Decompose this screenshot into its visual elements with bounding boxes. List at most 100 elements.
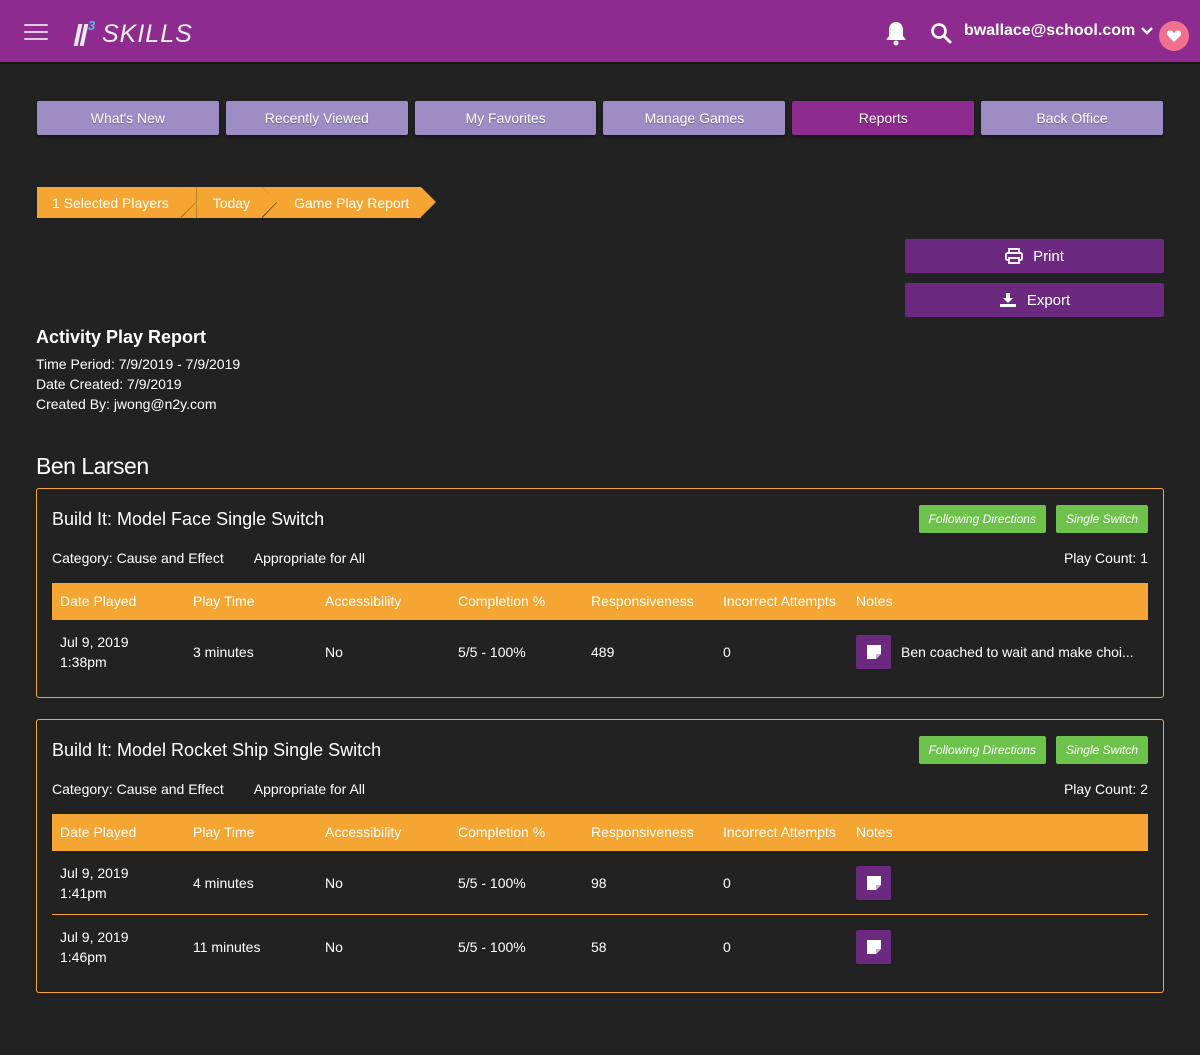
game-title: Build It: Model Rocket Ship Single Switc… — [52, 740, 382, 760]
print-label: Print — [1033, 247, 1064, 265]
completion-cell: 5/5 - 100% — [458, 874, 526, 891]
accessibility-cell: No — [325, 644, 343, 660]
date-played-date: Jul 9, 2019 — [60, 634, 129, 650]
tab-reports[interactable]: Reports — [792, 101, 975, 135]
play-time-cell: 4 minutes — [193, 874, 254, 891]
incorrect-attempts-cell: 0 — [723, 939, 731, 955]
breadcrumb-game-play-report[interactable]: Game Play Report — [278, 187, 437, 218]
game-audience: Appropriate for All — [253, 550, 366, 566]
game-tags: Following Directions Single Switch — [918, 505, 1148, 533]
game-tags: Following Directions Single Switch — [918, 736, 1148, 764]
sticky-note-icon — [866, 940, 881, 954]
column-header-notes: Notes — [856, 824, 893, 840]
user-email: bwallace@school.com — [964, 22, 1136, 39]
tag-following-directions[interactable]: Following Directions — [918, 505, 1046, 533]
responsiveness-cell: 58 — [591, 939, 607, 955]
play-count: Play Count: 2 — [1063, 781, 1148, 797]
tab-recently-viewed[interactable]: Recently Viewed — [225, 101, 408, 135]
chevron-down-icon — [1141, 27, 1154, 35]
breadcrumb: 1 Selected Players Today Game Play Repor… — [37, 187, 437, 218]
tag-single-switch[interactable]: Single Switch — [1055, 505, 1148, 533]
export-label: Export — [1026, 291, 1071, 309]
completion-cell: 5/5 - 100% — [458, 939, 526, 955]
game-card: Build It: Model Rocket Ship Single Switc… — [36, 719, 1164, 993]
report-time-period: Time Period: 7/9/2019 - 7/9/2019 — [36, 356, 241, 372]
report-title: Activity Play Report — [36, 327, 207, 347]
date-played-cell: Jul 9, 2019 1:46pm — [60, 927, 129, 967]
heart-icon — [1166, 30, 1182, 42]
column-header-date-played: Date Played — [60, 824, 137, 840]
user-menu[interactable]: bwallace@school.com — [964, 22, 1154, 40]
date-played-time: 1:38pm — [60, 654, 107, 670]
breadcrumb-selected-players[interactable]: 1 Selected Players — [37, 187, 196, 218]
column-header-play-time: Play Time — [193, 593, 255, 609]
date-played-time: 1:41pm — [60, 884, 107, 901]
tab-manage-games[interactable]: Manage Games — [603, 101, 786, 135]
sticky-note-icon — [866, 875, 881, 890]
play-count: Play Count: 1 — [1063, 550, 1148, 566]
note-button[interactable] — [856, 930, 891, 964]
export-button[interactable]: Export — [905, 283, 1164, 317]
completion-cell: 5/5 - 100% — [458, 644, 526, 660]
column-header-completion: Completion % — [458, 593, 546, 609]
table-row: Jul 9, 2019 1:38pm 3 minutes No 5/5 - 10… — [52, 620, 1148, 684]
game-meta: Category: Cause and Effect Appropriate f… — [52, 781, 365, 797]
column-header-notes: Notes — [856, 593, 893, 609]
tab-my-favorites[interactable]: My Favorites — [414, 101, 597, 135]
search-icon[interactable] — [930, 22, 952, 44]
play-time-cell: 3 minutes — [193, 644, 254, 660]
date-played-date: Jul 9, 2019 — [60, 929, 129, 945]
table-row: Jul 9, 2019 1:41pm 4 minutes No 5/5 - 10… — [52, 851, 1148, 915]
bell-icon[interactable] — [884, 20, 908, 46]
tag-following-directions[interactable]: Following Directions — [918, 736, 1046, 764]
game-category: Category: Cause and Effect — [52, 781, 224, 797]
logo-text: SKILLS — [102, 20, 193, 48]
table-header: Date Played Play Time Accessibility Comp… — [52, 814, 1148, 851]
date-played-date: Jul 9, 2019 — [60, 864, 129, 881]
column-header-date-played: Date Played — [60, 593, 137, 609]
incorrect-attempts-cell: 0 — [723, 644, 731, 660]
note-button[interactable] — [856, 865, 891, 900]
column-header-accessibility: Accessibility — [325, 593, 402, 609]
breadcrumb-today[interactable]: Today — [196, 187, 278, 218]
table-row: Jul 9, 2019 1:46pm 11 minutes No 5/5 - 1… — [52, 915, 1148, 979]
report-created-by: Created By: jwong@n2y.com — [36, 396, 217, 412]
game-meta: Category: Cause and Effect Appropriate f… — [52, 550, 365, 566]
accessibility-cell: No — [325, 874, 343, 891]
favorites-heart-button[interactable] — [1159, 21, 1189, 51]
note-button[interactable] — [856, 635, 891, 669]
date-played-cell: Jul 9, 2019 1:38pm — [60, 632, 129, 672]
report-info: Activity Play Report Time Period: 7/9/20… — [36, 327, 240, 414]
tab-back-office[interactable]: Back Office — [981, 101, 1163, 135]
hamburger-menu-icon[interactable] — [24, 24, 48, 40]
date-played-cell: Jul 9, 2019 1:41pm — [60, 863, 129, 903]
sticky-note-icon — [866, 645, 881, 659]
tag-single-switch[interactable]: Single Switch — [1055, 736, 1148, 764]
logo-superscript: 3 — [88, 18, 96, 33]
top-bar: 3 SKILLS bwallace@school.com — [0, 0, 1200, 64]
play-time-cell: 11 minutes — [193, 939, 261, 955]
app-logo[interactable]: 3 SKILLS — [73, 14, 193, 50]
incorrect-attempts-cell: 0 — [723, 874, 731, 891]
game-audience: Appropriate for All — [253, 781, 366, 797]
column-header-play-time: Play Time — [193, 824, 255, 840]
responsiveness-cell: 98 — [591, 874, 607, 891]
accessibility-cell: No — [325, 939, 343, 955]
download-icon — [999, 293, 1016, 307]
column-header-incorrect-attempts: Incorrect Attempts — [723, 593, 836, 609]
column-header-responsiveness: Responsiveness — [591, 824, 694, 840]
game-title: Build It: Model Face Single Switch — [52, 509, 325, 529]
column-header-accessibility: Accessibility — [325, 824, 402, 840]
game-card: Build It: Model Face Single Switch Follo… — [36, 488, 1164, 698]
column-header-completion: Completion % — [458, 824, 546, 840]
student-name: Ben Larsen — [36, 453, 149, 479]
printer-icon — [1005, 248, 1023, 264]
game-category: Category: Cause and Effect — [52, 550, 224, 566]
responsiveness-cell: 489 — [591, 644, 615, 660]
date-played-time: 1:46pm — [60, 949, 107, 965]
table-header: Date Played Play Time Accessibility Comp… — [52, 583, 1148, 620]
column-header-responsiveness: Responsiveness — [591, 593, 694, 609]
logo-mark-icon: 3 — [73, 18, 100, 50]
print-button[interactable]: Print — [905, 239, 1164, 273]
tab-whats-new[interactable]: What's New — [37, 101, 219, 135]
